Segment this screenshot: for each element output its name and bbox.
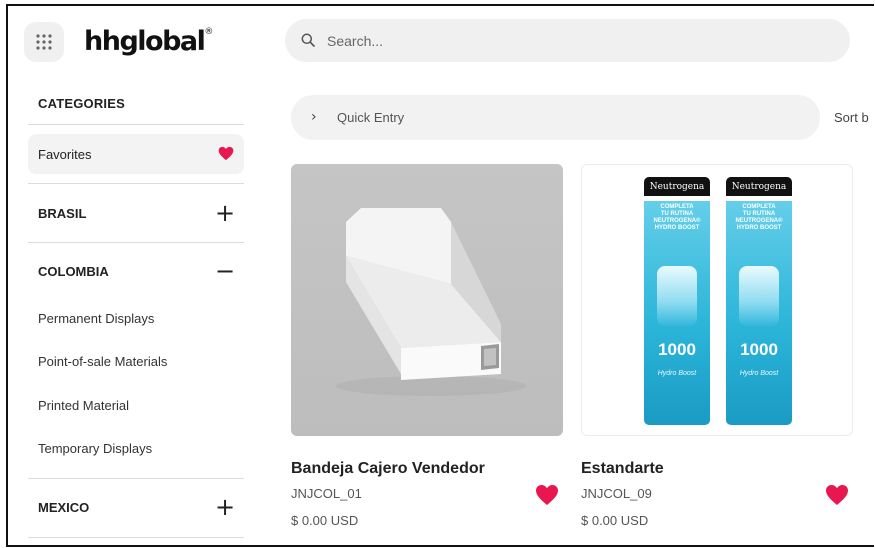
sidebar-item-printed-material[interactable]: Printed Material — [38, 398, 129, 413]
banner-line1: COMPLETA — [742, 204, 776, 210]
search-icon — [301, 33, 315, 47]
banner-brand: Neutrogena — [644, 177, 710, 196]
apps-grid-button[interactable] — [24, 22, 64, 62]
sidebar-item-temporary-displays[interactable]: Temporary Displays — [38, 441, 152, 456]
divider — [28, 478, 244, 479]
expand-brasil-button[interactable]: + — [215, 201, 235, 225]
sidebar-section-mexico[interactable]: MEXICO — [38, 500, 89, 515]
product-sku: JNJCOL_09 — [581, 486, 652, 501]
banner-line1: COMPLETA — [660, 204, 694, 210]
divider — [28, 537, 244, 538]
banner-line2: TU RUTINA — [742, 211, 776, 217]
banner-graphic: Neutrogena COMPLETA TU RUTINA NEUTROGENA® H… — [644, 177, 710, 425]
logo-text: hhglobal — [84, 26, 206, 57]
banner-brand: Neutrogena — [726, 177, 792, 196]
sort-dropdown[interactable]: Sort b — [834, 110, 869, 125]
product-image[interactable] — [291, 164, 563, 436]
product-price: $ 0.00 USD — [581, 513, 649, 528]
favorite-heart-icon[interactable] — [825, 484, 849, 506]
app-window: hhglobal® Search... CATEGORIES Favorites… — [6, 4, 874, 547]
banner-number: 1000 — [658, 340, 696, 359]
sidebar-section-brasil[interactable]: BRASIL — [38, 206, 86, 221]
heart-icon — [218, 146, 234, 161]
banner-line3: NEUTROGENA® — [735, 218, 783, 224]
sidebar-section-colombia[interactable]: COLOMBIA — [38, 264, 109, 279]
banner-graphic: Neutrogena COMPLETA TU RUTINA NEUTROGENA® H… — [726, 177, 792, 425]
display-tray-illustration — [336, 208, 526, 396]
banner-footer: Hydro Boost — [739, 370, 779, 377]
chevron-right-icon: › — [311, 109, 317, 125]
quick-entry-label: Quick Entry — [337, 110, 405, 125]
divider — [28, 183, 244, 184]
banner-line2: TU RUTINA — [660, 211, 694, 217]
quick-entry-bar[interactable]: › Quick Entry — [291, 95, 820, 140]
categories-heading: CATEGORIES — [38, 96, 125, 111]
search-input[interactable]: Search... — [327, 33, 383, 49]
search-bar[interactable]: Search... — [285, 19, 850, 62]
product-price: $ 0.00 USD — [291, 513, 359, 528]
registered-mark: ® — [204, 27, 214, 37]
banner-line3: NEUTROGENA® — [653, 218, 701, 224]
banner-footer: Hydro Boost — [657, 370, 697, 377]
banner-line4: HYDRO BOOST — [736, 225, 782, 231]
product-card[interactable]: Neutrogena COMPLETA TU RUTINA NEUTROGENA® H… — [581, 164, 853, 528]
product-image[interactable]: Neutrogena COMPLETA TU RUTINA NEUTROGENA® H… — [581, 164, 853, 436]
product-name[interactable]: Bandeja Cajero Vendedor — [291, 460, 485, 478]
product-card[interactable]: Bandeja Cajero Vendedor JNJCOL_01 $ 0.00… — [291, 164, 563, 528]
banner-line4: HYDRO BOOST — [654, 225, 700, 231]
product-name[interactable]: Estandarte — [581, 460, 664, 478]
sidebar-item-permanent-displays[interactable]: Permanent Displays — [38, 311, 154, 326]
banner-number: 1000 — [740, 340, 778, 359]
sidebar-item-favorites[interactable]: Favorites — [28, 134, 244, 174]
sidebar-item-pos-materials[interactable]: Point-of-sale Materials — [38, 354, 167, 369]
grid-dots-icon — [36, 34, 52, 50]
divider — [28, 124, 244, 125]
expand-mexico-button[interactable]: + — [215, 495, 235, 519]
favorite-heart-icon[interactable] — [535, 484, 559, 506]
collapse-colombia-button[interactable]: − — [215, 259, 235, 283]
divider — [28, 242, 244, 243]
product-sku: JNJCOL_01 — [291, 486, 362, 501]
hhglobal-logo[interactable]: hhglobal® — [84, 26, 213, 57]
favorites-label: Favorites — [38, 147, 92, 162]
